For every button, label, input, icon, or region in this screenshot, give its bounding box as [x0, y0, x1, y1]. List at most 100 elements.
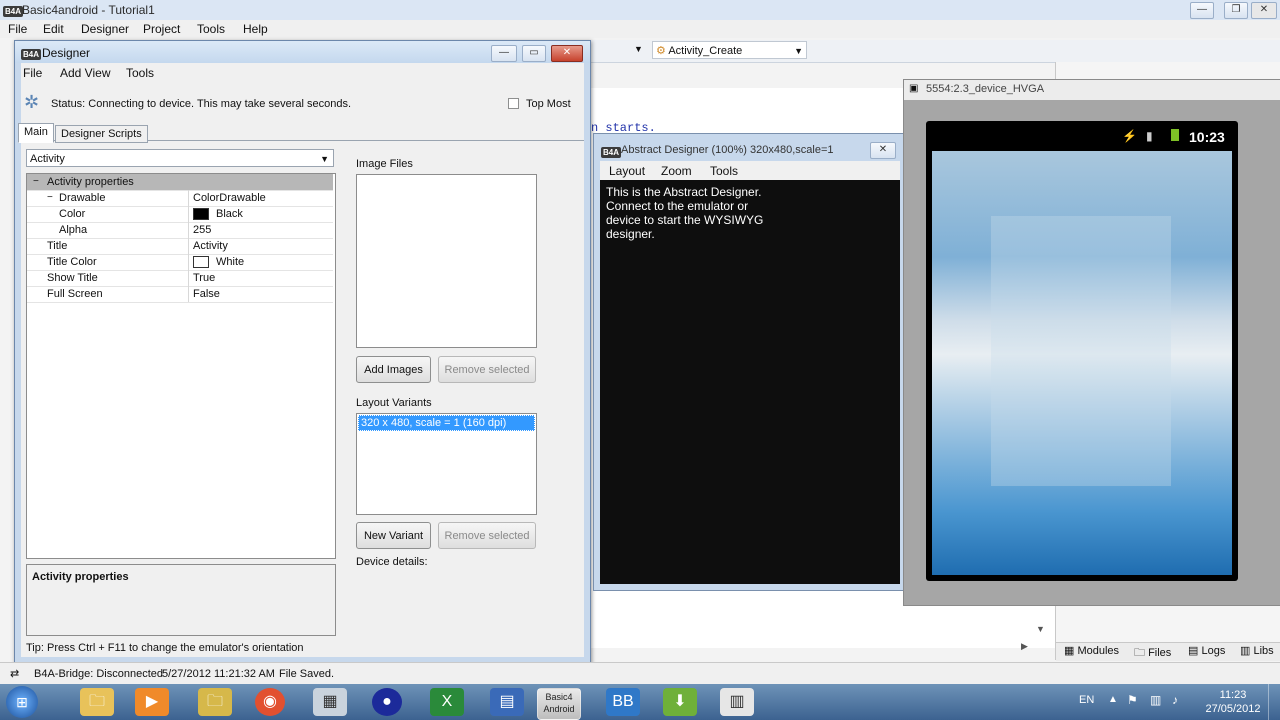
tab-libs[interactable]: ▥ Libs [1240, 644, 1274, 657]
tab-files[interactable]: 🗀 Files [1134, 644, 1171, 663]
chevron-down-icon[interactable]: ▼ [634, 44, 643, 54]
libs-icon: ▥ [1240, 645, 1251, 657]
menu-file[interactable]: File [8, 22, 27, 36]
logs-icon: ▤ [1188, 645, 1199, 657]
battery-icon [1171, 129, 1179, 141]
close-button[interactable]: ✕ [1251, 2, 1277, 19]
menu-designer[interactable]: Designer [81, 22, 129, 36]
scroll-right-icon[interactable]: ▶ [1021, 641, 1028, 652]
menu-layout[interactable]: Layout [609, 164, 645, 178]
description-box: Activity properties [26, 564, 336, 636]
tab-logs[interactable]: ▤ Logs [1188, 644, 1225, 657]
view-select[interactable]: Activity ▼ [26, 149, 334, 167]
designer-body: File Add View Tools ✲ Status: Connecting… [18, 63, 584, 657]
abstract-designer-window: B4A Abstract Designer (100%) 320x480,sca… [593, 133, 908, 591]
clock: 10:23 [1189, 129, 1225, 145]
remove-images-button[interactable]: Remove selected [438, 356, 536, 383]
folder-icon[interactable]: 🗀 [198, 688, 232, 716]
image-files-list[interactable] [356, 174, 537, 348]
tab-modules[interactable]: ▦ Modules [1064, 644, 1119, 657]
property-name: Color [59, 208, 86, 220]
remove-variant-button[interactable]: Remove selected [438, 522, 536, 549]
property-value[interactable]: True [193, 270, 215, 286]
property-value[interactable]: Activity [193, 238, 228, 254]
basic4android-taskbar-button[interactable]: Basic4 Android [537, 688, 581, 720]
designer-menu-tools[interactable]: Tools [126, 66, 154, 80]
usb-icon: ⚡ [1122, 129, 1137, 143]
property-row[interactable]: Drawable − ColorDrawable [27, 190, 333, 207]
document-icon[interactable]: ▥ [720, 688, 754, 716]
menu-help[interactable]: Help [243, 22, 268, 36]
menu-project[interactable]: Project [143, 22, 180, 36]
network-tray-icon[interactable]: ▥ [1150, 693, 1161, 707]
designer-maximize-button[interactable]: ▭ [522, 45, 546, 62]
chrome-icon[interactable]: ◉ [255, 688, 285, 716]
tab-designer-scripts[interactable]: Designer Scripts [55, 125, 148, 143]
network-icon[interactable]: ▤ [490, 688, 524, 716]
eclipse-icon[interactable]: ● [372, 688, 402, 716]
add-images-button[interactable]: Add Images [356, 356, 431, 383]
property-row[interactable]: Title Color White [27, 254, 333, 271]
minimize-button[interactable]: — [1190, 2, 1214, 19]
property-value[interactable]: ColorDrawable [193, 190, 266, 206]
media-player-icon[interactable]: ▶ [135, 688, 169, 716]
collapse-icon[interactable]: − [47, 190, 53, 206]
property-name: Alpha [59, 224, 88, 236]
menu-edit[interactable]: Edit [43, 22, 64, 36]
menu-zoom[interactable]: Zoom [661, 164, 692, 178]
property-row[interactable]: Full Screen False [27, 286, 333, 303]
maximize-button[interactable]: ❐ [1224, 2, 1248, 19]
property-grid[interactable]: Activity properties − Drawable − ColorDrawab… [26, 173, 336, 559]
designer-menu-file[interactable]: File [23, 66, 42, 80]
start-button[interactable]: ⊞ [6, 686, 38, 718]
property-value[interactable]: 255 [193, 222, 211, 238]
abstract-close-button[interactable]: ✕ [870, 142, 896, 159]
property-value[interactable]: False [193, 286, 220, 302]
property-name: Title [47, 240, 68, 252]
sub-dropdown[interactable]: ⚙ Activity_Create ▼ [652, 41, 807, 59]
action-center-icon[interactable]: ⚑ [1127, 693, 1138, 707]
volume-icon[interactable]: ♪ [1172, 693, 1178, 707]
top-most-label: Top Most [526, 98, 571, 110]
new-variant-button[interactable]: New Variant [356, 522, 431, 549]
modules-icon: ▦ [1064, 645, 1075, 657]
color-swatch [193, 256, 209, 268]
b4a-logo-icon: B4A [21, 49, 42, 60]
property-name: Activity properties [47, 176, 134, 188]
calculator-icon[interactable]: ▦ [313, 688, 347, 716]
property-row[interactable]: Color Black [27, 206, 333, 223]
property-row[interactable]: Show Title True [27, 270, 333, 287]
abstract-canvas[interactable]: This is the Abstract Designer. Connect t… [600, 180, 900, 584]
excel-icon[interactable]: X [430, 688, 464, 716]
taskbar: ⊞ 🗀 ▶ 🗀 ◉ ▦ ● X ▤ Basic4 Android BB ⬇ ▥ … [0, 684, 1280, 720]
language-indicator[interactable]: EN [1079, 694, 1094, 706]
android-download-icon[interactable]: ⬇ [663, 688, 697, 716]
property-row[interactable]: Title Activity [27, 238, 333, 255]
bb-icon[interactable]: BB [606, 688, 640, 716]
variant-item[interactable]: 320 x 480, scale = 1 (160 dpi) [358, 415, 535, 431]
menu-tools[interactable]: Tools [710, 164, 738, 178]
signal-icon: ▮ [1146, 129, 1153, 143]
property-row[interactable]: Alpha 255 [27, 222, 333, 239]
explorer-icon[interactable]: 🗀 [80, 688, 114, 716]
tray-clock[interactable]: 11:23 27/05/2012 [1203, 688, 1263, 716]
designer-menu-add-view[interactable]: Add View [60, 66, 110, 80]
layout-variants-list[interactable]: 320 x 480, scale = 1 (160 dpi) [356, 413, 537, 515]
designer-minimize-button[interactable]: — [491, 45, 517, 62]
property-value[interactable]: Black [216, 206, 243, 222]
show-hidden-icons[interactable]: ▲ [1108, 694, 1118, 705]
emulator-screen[interactable]: ⚡ ▮ 10:23 [926, 121, 1238, 581]
menu-tools[interactable]: Tools [197, 22, 225, 36]
show-desktop-button[interactable] [1268, 684, 1280, 720]
property-value[interactable]: White [216, 254, 244, 270]
file-state: File Saved. [279, 668, 335, 680]
designer-window: B4A Designer — ▭ ✕ File Add View Tools ✲… [14, 40, 591, 664]
description-title: Activity properties [32, 571, 129, 583]
designer-close-button[interactable]: ✕ [551, 45, 583, 62]
device-details-label: Device details: [356, 556, 428, 568]
scroll-down-icon[interactable]: ▼ [1036, 624, 1045, 634]
collapse-icon[interactable]: − [33, 174, 39, 190]
top-most-checkbox[interactable] [508, 98, 519, 109]
property-row[interactable]: Activity properties − [27, 174, 333, 191]
tab-main[interactable]: Main [18, 123, 54, 143]
